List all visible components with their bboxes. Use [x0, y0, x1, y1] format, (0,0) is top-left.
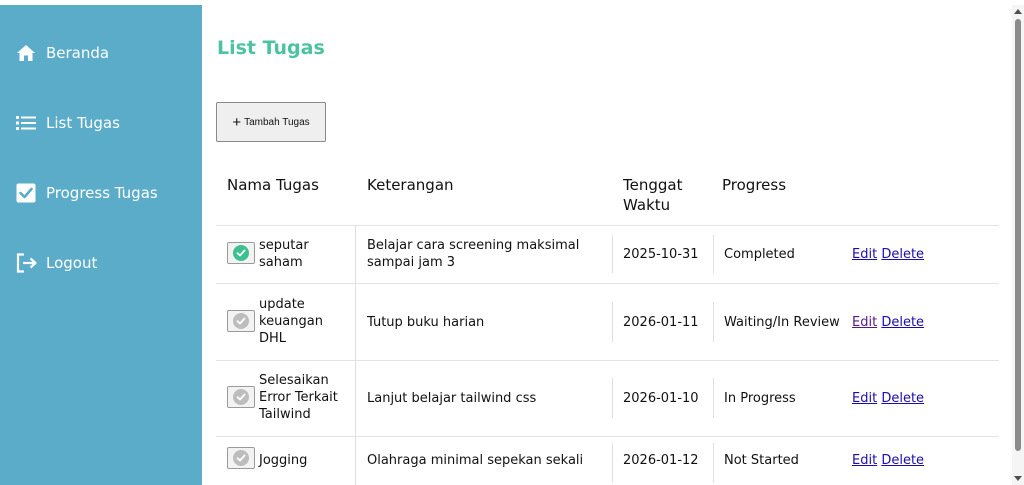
- task-progress: Waiting/In Review: [724, 315, 840, 330]
- sidebar: Beranda List Tugas Progress Tugas Logout: [0, 5, 202, 485]
- column-divider: [713, 443, 714, 483]
- check-circle-icon: [233, 245, 249, 261]
- task-description: Olahraga minimal sepekan sekali: [367, 453, 584, 468]
- task-name: Selesaikan Error Terkait Tailwind: [259, 373, 338, 422]
- column-divider: [355, 226, 356, 485]
- task-progress: Not Started: [724, 453, 799, 468]
- header-tenggat-waktu: Tenggat Waktu: [623, 176, 683, 214]
- column-divider: [612, 443, 613, 483]
- check-circle-icon: [233, 450, 249, 466]
- plus-icon: +: [232, 113, 242, 131]
- column-divider: [713, 378, 714, 418]
- home-icon: [16, 43, 38, 63]
- row-actions: Edit Delete: [852, 452, 924, 469]
- logout-icon: [16, 253, 38, 273]
- sidebar-item-list-tugas[interactable]: List Tugas: [16, 113, 120, 133]
- task-description: Tutup buku harian: [367, 315, 485, 330]
- task-deadline: 2025-10-31: [623, 247, 699, 262]
- task-name: update keuangan DHL: [259, 297, 323, 346]
- task-progress: In Progress: [724, 391, 796, 406]
- main-content: List Tugas + Tambah Tugas Nama Tugas Ket…: [202, 5, 1012, 485]
- page-title: List Tugas: [217, 37, 325, 59]
- row-divider: [216, 360, 999, 361]
- checkbox-icon: [16, 183, 38, 203]
- row-divider: [216, 436, 999, 437]
- task-deadline: 2026-01-12: [623, 453, 699, 468]
- task-progress: Completed: [724, 247, 795, 262]
- scroll-down-arrow-icon[interactable]: [1014, 476, 1022, 481]
- sidebar-item-label: Beranda: [46, 44, 110, 62]
- delete-link[interactable]: Delete: [881, 453, 924, 468]
- column-divider: [612, 235, 613, 273]
- edit-link[interactable]: Edit: [852, 315, 877, 330]
- scrollbar-thumb[interactable]: [1015, 19, 1021, 451]
- column-divider: [713, 235, 714, 273]
- delete-link[interactable]: Delete: [881, 315, 924, 330]
- vertical-scrollbar[interactable]: [1012, 5, 1024, 485]
- sidebar-item-label: Progress Tugas: [46, 184, 158, 202]
- row-divider: [216, 225, 999, 226]
- edit-link[interactable]: Edit: [852, 453, 877, 468]
- task-done-toggle[interactable]: [227, 447, 255, 469]
- list-icon: [16, 113, 38, 133]
- header-nama-tugas: Nama Tugas: [227, 176, 319, 194]
- edit-link[interactable]: Edit: [852, 391, 877, 406]
- task-done-toggle[interactable]: [227, 242, 255, 264]
- column-divider: [713, 302, 714, 342]
- task-done-toggle[interactable]: [227, 386, 255, 408]
- header-keterangan: Keterangan: [367, 176, 454, 194]
- task-name: seputar saham: [259, 238, 309, 270]
- sidebar-item-progress-tugas[interactable]: Progress Tugas: [16, 183, 158, 203]
- row-actions: Edit Delete: [852, 314, 924, 331]
- row-divider: [216, 283, 999, 284]
- check-circle-icon: [233, 389, 249, 405]
- task-description: Belajar cara screening maksimal sampai j…: [367, 238, 580, 270]
- column-divider: [612, 378, 613, 418]
- task-description: Lanjut belajar tailwind css: [367, 391, 537, 406]
- check-circle-icon: [233, 313, 249, 329]
- task-deadline: 2026-01-10: [623, 391, 699, 406]
- task-done-toggle[interactable]: [227, 310, 255, 332]
- sidebar-item-logout[interactable]: Logout: [16, 253, 97, 273]
- task-name: Jogging: [259, 453, 308, 468]
- sidebar-item-label: Logout: [46, 254, 98, 272]
- sidebar-item-beranda[interactable]: Beranda: [16, 43, 109, 63]
- delete-link[interactable]: Delete: [881, 391, 924, 406]
- add-task-label: Tambah Tugas: [244, 116, 310, 128]
- header-progress: Progress: [722, 176, 787, 194]
- scroll-up-arrow-icon[interactable]: [1014, 9, 1022, 14]
- column-divider: [612, 302, 613, 342]
- sidebar-item-label: List Tugas: [46, 114, 120, 132]
- delete-link[interactable]: Delete: [881, 247, 924, 262]
- add-task-button[interactable]: + Tambah Tugas: [216, 102, 326, 142]
- row-actions: Edit Delete: [852, 246, 924, 263]
- edit-link[interactable]: Edit: [852, 247, 877, 262]
- task-deadline: 2026-01-11: [623, 315, 699, 330]
- row-actions: Edit Delete: [852, 390, 924, 407]
